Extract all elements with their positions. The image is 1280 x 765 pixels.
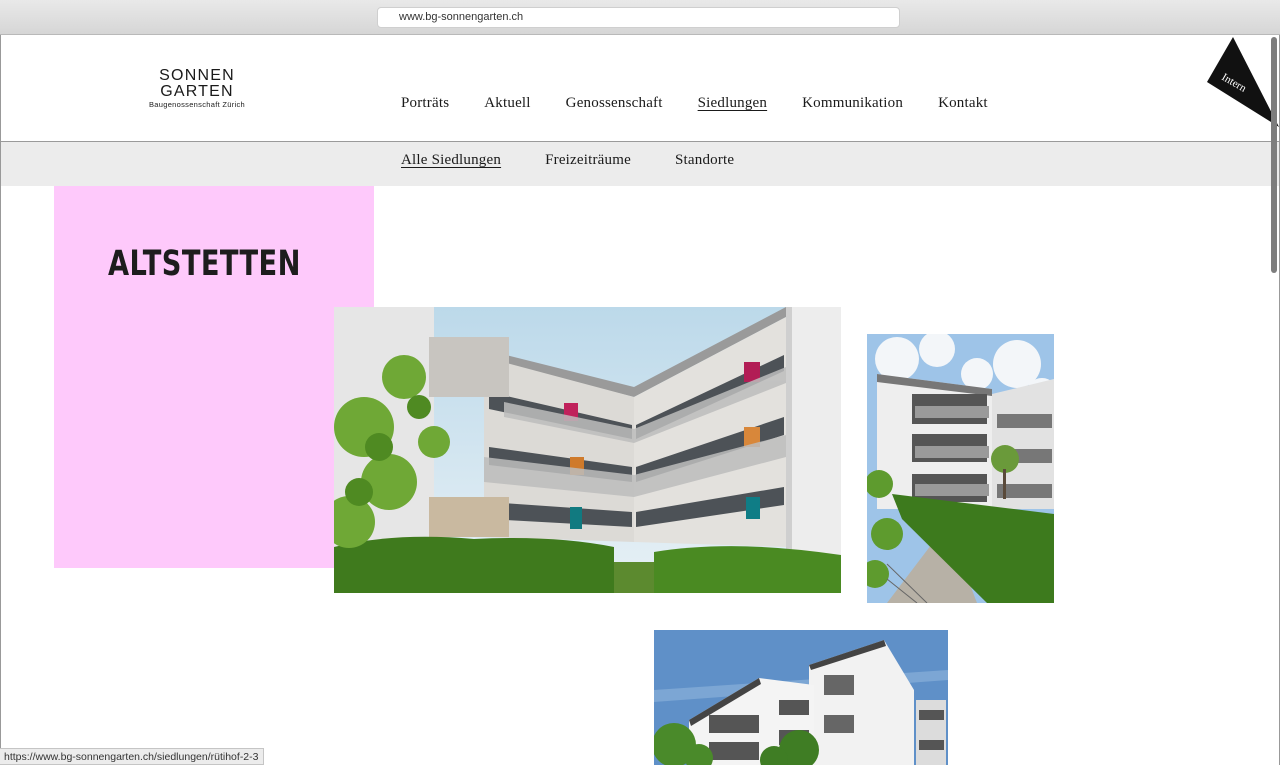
site-header: SONNEN GARTEN Baugenossenschaft Zürich P… bbox=[1, 35, 1279, 142]
main-navigation: Porträts Aktuell Genossenschaft Siedlung… bbox=[401, 95, 1023, 112]
sub-navigation: Alle Siedlungen Freizeiträume Standorte bbox=[1, 142, 1279, 186]
logo-line-2: GARTEN bbox=[160, 83, 234, 100]
logo-tagline: Baugenossenschaft Zürich bbox=[148, 100, 245, 109]
nav-item-genossenschaft[interactable]: Genossenschaft bbox=[566, 95, 663, 112]
nav-item-portraets[interactable]: Porträts bbox=[401, 95, 449, 112]
subnav-item-standorte[interactable]: Standorte bbox=[675, 152, 734, 169]
settlement-photo-front[interactable] bbox=[654, 630, 948, 765]
nav-item-aktuell[interactable]: Aktuell bbox=[484, 95, 530, 112]
page-title: ALTSTETTEN bbox=[108, 244, 301, 284]
subnav-item-freizeitraeume[interactable]: Freizeiträume bbox=[545, 152, 631, 169]
page-viewport: SONNEN GARTEN Baugenossenschaft Zürich P… bbox=[0, 35, 1280, 765]
browser-toolbar: www.bg-sonnengarten.ch bbox=[0, 0, 1280, 35]
address-bar[interactable]: www.bg-sonnengarten.ch bbox=[377, 7, 900, 28]
status-bar-link-preview: https://www.bg-sonnengarten.ch/siedlunge… bbox=[0, 748, 264, 765]
logo-line-1: SONNEN bbox=[159, 67, 235, 84]
nav-item-kommunikation[interactable]: Kommunikation bbox=[802, 95, 903, 112]
settlement-photo-courtyard[interactable] bbox=[334, 307, 841, 593]
nav-item-kontakt[interactable]: Kontakt bbox=[938, 95, 988, 112]
subnav-item-alle-siedlungen[interactable]: Alle Siedlungen bbox=[401, 152, 501, 169]
intern-login-corner[interactable]: Intern bbox=[1203, 35, 1279, 127]
address-bar-url: www.bg-sonnengarten.ch bbox=[399, 11, 524, 23]
nav-item-siedlungen[interactable]: Siedlungen bbox=[698, 95, 768, 112]
page-scrollbar[interactable] bbox=[1271, 37, 1277, 273]
site-logo[interactable]: SONNEN GARTEN Baugenossenschaft Zürich bbox=[147, 68, 247, 110]
settlement-photo-side[interactable] bbox=[867, 334, 1054, 603]
